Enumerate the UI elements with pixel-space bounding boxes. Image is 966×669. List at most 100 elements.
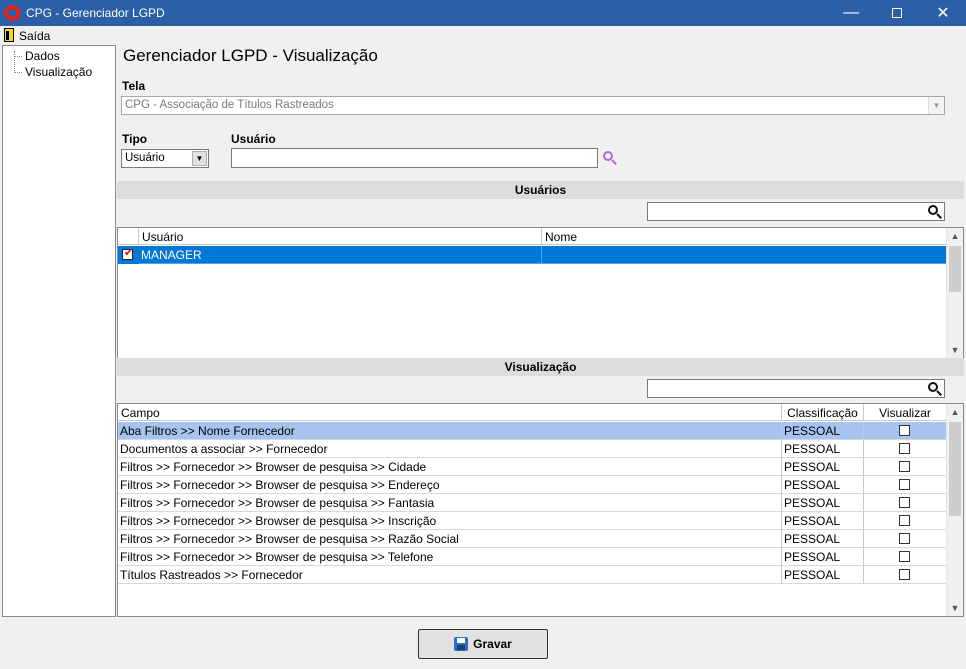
view-cell-visualizar[interactable] bbox=[864, 422, 947, 440]
maximize-button[interactable] bbox=[874, 0, 920, 26]
view-cell-campo: Filtros >> Fornecedor >> Browser de pesq… bbox=[118, 476, 782, 494]
view-cell-campo: Filtros >> Fornecedor >> Browser de pesq… bbox=[118, 548, 782, 566]
table-row[interactable]: Filtros >> Fornecedor >> Browser de pesq… bbox=[118, 494, 947, 512]
visualizar-checkbox[interactable] bbox=[899, 569, 910, 580]
view-column-header-classificacao[interactable]: Classificação bbox=[782, 404, 864, 421]
tela-label: Tela bbox=[122, 79, 146, 93]
save-button[interactable]: Gravar bbox=[418, 629, 548, 659]
minimize-button[interactable]: — bbox=[828, 0, 874, 26]
table-row[interactable]: Filtros >> Fornecedor >> Browser de pesq… bbox=[118, 458, 947, 476]
view-cell-campo: Títulos Rastreados >> Fornecedor bbox=[118, 566, 782, 584]
view-cell-classificacao: PESSOAL bbox=[782, 458, 864, 476]
visualizar-checkbox[interactable] bbox=[899, 443, 910, 454]
table-row[interactable]: Filtros >> Fornecedor >> Browser de pesq… bbox=[118, 530, 947, 548]
tipo-select[interactable]: Usuário ▼ bbox=[121, 149, 209, 168]
view-cell-classificacao: PESSOAL bbox=[782, 440, 864, 458]
view-cell-classificacao: PESSOAL bbox=[782, 422, 864, 440]
tipo-label: Tipo bbox=[122, 132, 148, 146]
view-cell-classificacao: PESSOAL bbox=[782, 476, 864, 494]
exit-door-icon bbox=[4, 28, 14, 42]
navigation-tree: Dados Visualização bbox=[2, 45, 116, 617]
users-column-header-usuario[interactable]: Usuário bbox=[139, 228, 542, 245]
table-row[interactable]: Filtros >> Fornecedor >> Browser de pesq… bbox=[118, 476, 947, 494]
tree-item-dados[interactable]: Dados bbox=[25, 49, 60, 63]
view-column-header-campo[interactable]: Campo bbox=[118, 404, 782, 421]
view-cell-visualizar[interactable] bbox=[864, 512, 947, 530]
scroll-up-icon[interactable]: ▲ bbox=[947, 228, 963, 244]
save-disk-icon bbox=[454, 637, 469, 651]
tela-select-value: CPG - Associação de Títulos Rastreados bbox=[125, 99, 334, 111]
users-section-header: Usuários bbox=[117, 181, 964, 199]
visualizar-checkbox[interactable] bbox=[899, 425, 910, 436]
save-button-label: Gravar bbox=[473, 637, 512, 651]
visualizar-checkbox[interactable] bbox=[899, 533, 910, 544]
exit-menu-item[interactable]: Saída bbox=[2, 26, 50, 45]
chevron-down-icon: ▼ bbox=[928, 97, 944, 114]
visualizar-checkbox[interactable] bbox=[899, 497, 910, 508]
scrollbar-thumb[interactable] bbox=[949, 246, 961, 292]
view-cell-visualizar[interactable] bbox=[864, 494, 947, 512]
view-cell-classificacao: PESSOAL bbox=[782, 512, 864, 530]
view-cell-classificacao: PESSOAL bbox=[782, 530, 864, 548]
menu-bar: Saída bbox=[0, 26, 966, 45]
users-cell-nome bbox=[542, 246, 947, 264]
view-cell-campo: Aba Filtros >> Nome Fornecedor bbox=[118, 422, 782, 440]
view-column-header-visualizar[interactable]: Visualizar bbox=[864, 404, 947, 421]
usuario-label: Usuário bbox=[231, 132, 276, 146]
view-cell-visualizar[interactable] bbox=[864, 476, 947, 494]
view-filter-input[interactable] bbox=[647, 379, 945, 398]
table-row[interactable]: Filtros >> Fornecedor >> Browser de pesq… bbox=[118, 548, 947, 566]
close-icon: ✕ bbox=[936, 5, 950, 22]
exit-menu-label: Saída bbox=[19, 29, 51, 43]
users-cell-usuario: MANAGER bbox=[139, 246, 542, 264]
tree-item-visualizacao[interactable]: Visualização bbox=[25, 65, 92, 79]
view-grid-scrollbar[interactable]: ▲ ▼ bbox=[946, 404, 963, 616]
maximize-icon bbox=[892, 8, 902, 18]
view-cell-classificacao: PESSOAL bbox=[782, 566, 864, 584]
visualizar-checkbox[interactable] bbox=[899, 515, 910, 526]
view-cell-campo: Filtros >> Fornecedor >> Browser de pesq… bbox=[118, 530, 782, 548]
usuario-input[interactable] bbox=[231, 148, 598, 168]
scroll-down-icon[interactable]: ▼ bbox=[947, 342, 963, 358]
users-filter-input[interactable] bbox=[647, 202, 945, 221]
table-row[interactable]: Aba Filtros >> Nome Fornecedor PESSOAL bbox=[118, 422, 947, 440]
users-grid-scrollbar[interactable]: ▲ ▼ bbox=[946, 228, 963, 358]
scrollbar-thumb[interactable] bbox=[949, 422, 961, 516]
visualizar-checkbox[interactable] bbox=[899, 551, 910, 562]
app-logo-icon bbox=[4, 5, 20, 21]
row-checkbox[interactable]: ✔ bbox=[122, 247, 134, 260]
view-filter-search-button[interactable] bbox=[927, 381, 943, 397]
users-grid: Usuário Nome ✔ MANAGER ▲ ▼ bbox=[117, 227, 964, 359]
close-button[interactable]: ✕ bbox=[920, 0, 966, 26]
view-cell-campo: Filtros >> Fornecedor >> Browser de pesq… bbox=[118, 512, 782, 530]
row-checkbox-cell[interactable]: ✔ bbox=[118, 246, 139, 264]
table-row[interactable]: ✔ MANAGER bbox=[118, 246, 947, 264]
view-cell-campo: Filtros >> Fornecedor >> Browser de pesq… bbox=[118, 494, 782, 512]
view-cell-visualizar[interactable] bbox=[864, 530, 947, 548]
tela-select[interactable]: CPG - Associação de Títulos Rastreados ▼ bbox=[121, 96, 945, 115]
visualizar-checkbox[interactable] bbox=[899, 461, 910, 472]
chevron-down-icon[interactable]: ▼ bbox=[192, 151, 207, 166]
tree-connector bbox=[14, 72, 22, 73]
scroll-up-icon[interactable]: ▲ bbox=[947, 404, 963, 420]
view-cell-visualizar[interactable] bbox=[864, 548, 947, 566]
view-section-header: Visualização bbox=[117, 358, 964, 376]
scroll-down-icon[interactable]: ▼ bbox=[947, 600, 963, 616]
users-filter-search-button[interactable] bbox=[927, 204, 943, 220]
visualizar-checkbox[interactable] bbox=[899, 479, 910, 490]
view-cell-classificacao: PESSOAL bbox=[782, 548, 864, 566]
view-cell-visualizar[interactable] bbox=[864, 440, 947, 458]
view-cell-classificacao: PESSOAL bbox=[782, 494, 864, 512]
table-row[interactable]: Filtros >> Fornecedor >> Browser de pesq… bbox=[118, 512, 947, 530]
window-title: CPG - Gerenciador LGPD bbox=[26, 6, 165, 20]
view-cell-visualizar[interactable] bbox=[864, 458, 947, 476]
users-column-header-nome[interactable]: Nome bbox=[542, 228, 947, 245]
table-row[interactable]: Títulos Rastreados >> Fornecedor PESSOAL bbox=[118, 566, 947, 584]
table-row[interactable]: Documentos a associar >> Fornecedor PESSO… bbox=[118, 440, 947, 458]
checkmark-icon: ✔ bbox=[124, 247, 134, 259]
view-cell-visualizar[interactable] bbox=[864, 566, 947, 584]
usuario-search-button[interactable] bbox=[602, 150, 620, 168]
page-title: Gerenciador LGPD - Visualização bbox=[123, 46, 378, 65]
users-grid-indicator-header bbox=[118, 228, 139, 245]
minimize-icon: — bbox=[843, 4, 859, 21]
